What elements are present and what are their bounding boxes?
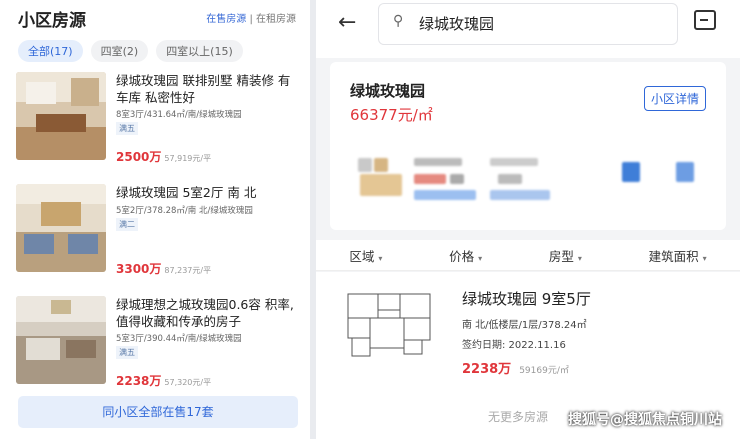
listing-price-total: 3300万 (116, 262, 162, 276)
community-detail-button[interactable]: 小区详情 (643, 86, 706, 111)
rent-listings-link[interactable]: 在租房源 (256, 14, 296, 25)
listing-price: 3300万 87,237元/平 (116, 260, 211, 277)
filter-region[interactable]: 区域 ▾ (349, 246, 382, 265)
search-icon: ⚲ (393, 13, 404, 29)
all-listings-button[interactable]: 同小区全部在售17套 (18, 396, 298, 428)
link-separator: | (249, 14, 253, 25)
filter-bar: 区域 ▾ 价格 ▾ 房型 ▾ 建筑面积 ▾ (316, 240, 740, 271)
room-filter-tabs: 全部(17) 四室(2) 四室以上(15) (18, 40, 243, 62)
result-unit-price: 59169元/㎡ (519, 366, 569, 376)
listing-specs: 8室3厅/431.64㎡/南/绿城玫瑰园 (116, 110, 242, 120)
floor-plan-image (347, 293, 431, 357)
listing-photo (16, 296, 106, 384)
section-title: 小区房源 (18, 11, 86, 31)
filter-label: 建筑面积 (648, 248, 699, 264)
listing-photo (16, 72, 106, 160)
filter-area[interactable]: 建筑面积 ▾ (649, 246, 707, 265)
listing-photo (16, 184, 106, 272)
listing-price: 2500万 57,919元/平 (116, 148, 211, 165)
sale-listings-link[interactable]: 在售房源 (206, 14, 246, 25)
filter-label: 区域 (349, 248, 375, 264)
search-input[interactable]: ⚲ 绿城玫瑰园 (378, 3, 678, 45)
left-panel: 小区房源 在售房源 | 在租房源 全部(17) 四室(2) 四室以上(15) 绿… (0, 0, 310, 439)
tab-four-rooms[interactable]: 四室(2) (90, 40, 149, 62)
chevron-down-icon: ▾ (478, 253, 483, 263)
listing-price-total: 2500万 (116, 150, 162, 164)
listing-title: 绿城理想之城玫瑰园0.6容 积率,值得收藏和传承的房子 (116, 297, 294, 329)
listing-tag: 满二 (116, 218, 138, 231)
filter-label: 房型 (548, 248, 574, 264)
listing-title: 绿城玫瑰园 联排别墅 精装修 有车库 私密性好 (116, 73, 291, 105)
listing-price: 2238万 57,320元/平 (116, 372, 211, 389)
watermark: 搜狐号@搜狐焦点铜川站 (568, 412, 722, 428)
listing-unit-price: 57,320元/平 (164, 378, 212, 387)
result-price: 2238万 59169元/㎡ (462, 358, 569, 377)
result-price-total: 2238万 (462, 362, 512, 377)
community-name: 绿城玫瑰园 (350, 82, 426, 100)
result-specs: 南 北/低楼层/1层/378.24㎡ (462, 320, 587, 331)
result-title: 绿城玫瑰园 9室5厅 (462, 290, 591, 308)
tab-more-rooms[interactable]: 四室以上(15) (156, 40, 243, 62)
listing-item[interactable]: 绿城玫瑰园 5室2厅 南 北 5室2厅/378.28㎡/南 北/绿城玫瑰园 满二… (16, 184, 301, 284)
listing-tag: 满五 (116, 122, 138, 135)
chevron-down-icon: ▾ (378, 253, 383, 263)
listing-specs: 5室3厅/390.44㎡/南/绿城玫瑰园 (116, 334, 242, 344)
listing-type-links: 在售房源 | 在租房源 (206, 10, 296, 25)
community-price: 66377元/㎡ (350, 106, 433, 124)
listing-unit-price: 87,237元/平 (164, 266, 212, 275)
right-panel: ← ⚲ 绿城玫瑰园 绿城玫瑰园 66377元/㎡ 小区详情 区域 ▾ 价格 ▾ 房型… (316, 0, 740, 439)
filter-price[interactable]: 价格 ▾ (449, 246, 482, 265)
chevron-down-icon: ▾ (702, 253, 707, 263)
listing-specs: 5室2厅/378.28㎡/南 北/绿城玫瑰园 (116, 206, 253, 216)
listing-item[interactable]: 绿城理想之城玫瑰园0.6容 积率,值得收藏和传承的房子 5室3厅/390.44㎡… (16, 296, 301, 396)
filter-room-type[interactable]: 房型 ▾ (549, 246, 582, 265)
listing-unit-price: 57,919元/平 (164, 154, 212, 163)
listing-price-total: 2238万 (116, 374, 162, 388)
arrow-left-icon[interactable]: ← (338, 10, 356, 35)
listing-item[interactable]: 绿城玫瑰园 联排别墅 精装修 有车库 私密性好 8室3厅/431.64㎡/南/绿… (16, 72, 301, 172)
no-more-listings: 无更多房源 (488, 410, 549, 424)
community-card: 绿城玫瑰园 66377元/㎡ 小区详情 (330, 62, 726, 230)
result-sign-date: 签约日期: 2022.11.16 (462, 340, 566, 351)
listing-tag: 满五 (116, 346, 138, 359)
filter-label: 价格 (449, 248, 475, 264)
tab-all[interactable]: 全部(17) (18, 40, 83, 62)
top-bar: ← ⚲ 绿城玫瑰园 (316, 0, 740, 58)
search-value: 绿城玫瑰园 (419, 15, 495, 33)
message-icon[interactable] (694, 10, 716, 30)
listing-title: 绿城玫瑰园 5室2厅 南 北 (116, 185, 257, 200)
chevron-down-icon: ▾ (577, 253, 582, 263)
